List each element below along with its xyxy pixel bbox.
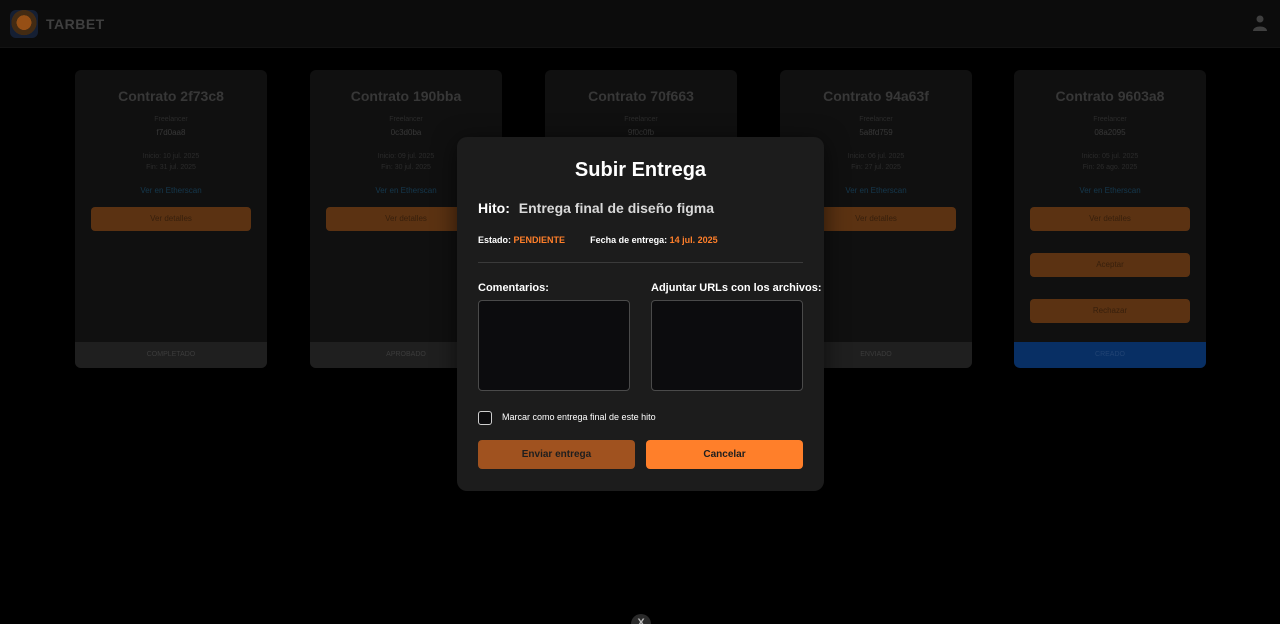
- cancel-button[interactable]: Cancelar: [646, 440, 803, 469]
- modal-title: Subir Entrega: [574, 159, 707, 181]
- status-label: Estado:: [478, 235, 512, 245]
- final-delivery-checkbox[interactable]: [478, 411, 492, 425]
- milestone-meta: Estado: PENDIENTE Fecha de entrega: 14 j…: [478, 235, 718, 245]
- urls-label: Adjuntar URLs con los archivos:: [651, 282, 822, 294]
- comments-textarea[interactable]: [478, 300, 630, 391]
- milestone-label: Hito:: [478, 200, 510, 216]
- milestone-row: Hito: Entrega final de diseño figma: [478, 200, 714, 216]
- due-date-label: Fecha de entrega:: [590, 235, 668, 245]
- urls-textarea[interactable]: [651, 300, 803, 391]
- send-delivery-button[interactable]: Enviar entrega: [478, 440, 635, 469]
- milestone-name: Entrega final de diseño figma: [518, 200, 715, 216]
- divider: [478, 262, 803, 263]
- comments-label: Comentarios:: [478, 282, 549, 294]
- submit-delivery-modal: Subir Entrega Hito: Entrega final de dis…: [457, 137, 824, 491]
- final-delivery-label[interactable]: Marcar como entrega final de este hito: [502, 412, 656, 422]
- status-value: PENDIENTE: [513, 235, 566, 245]
- due-date-value: 14 jul. 2025: [669, 235, 718, 245]
